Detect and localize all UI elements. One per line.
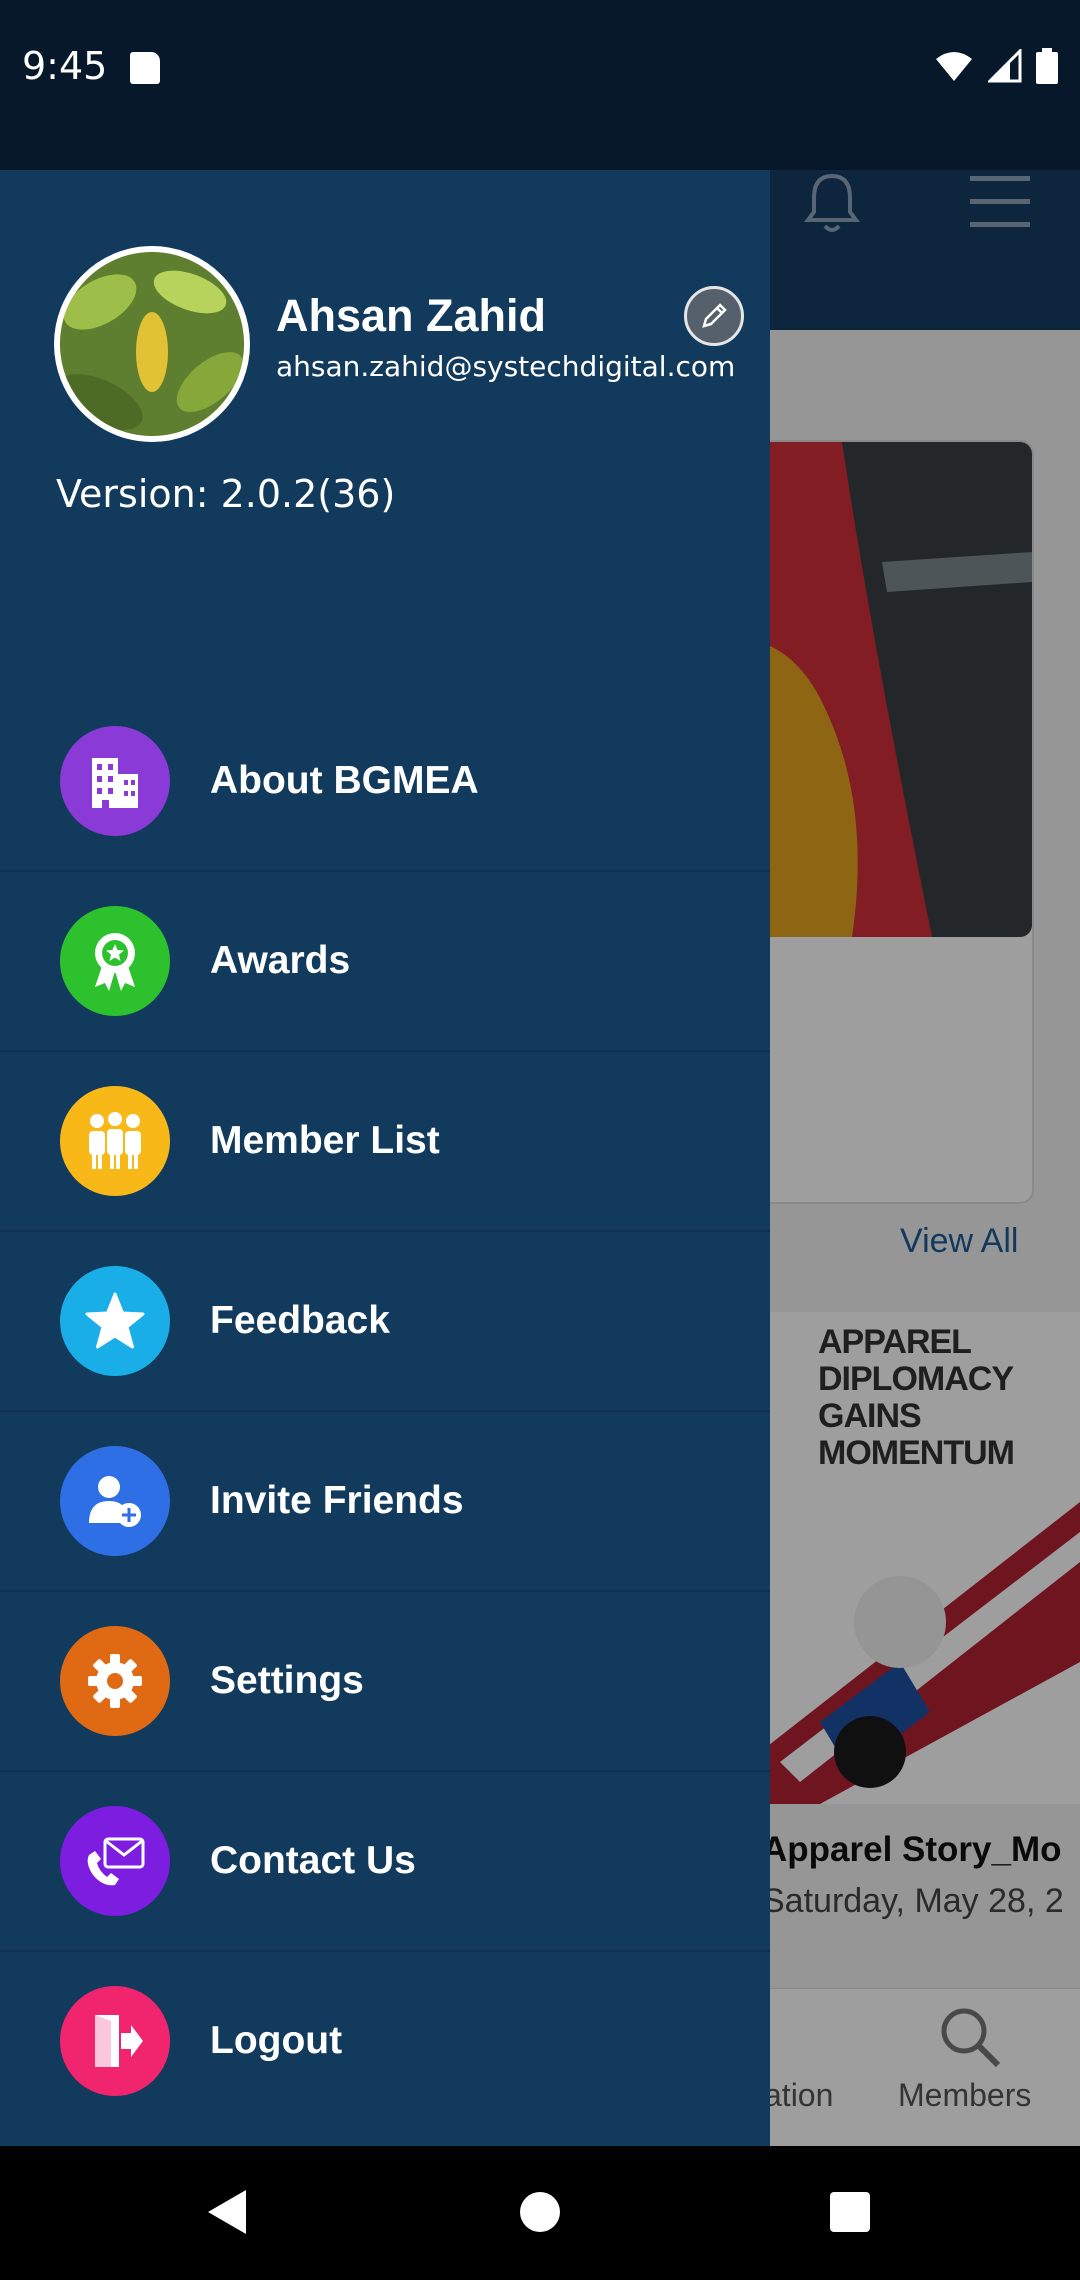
menu-item-invite-friends[interactable]: Invite Friends [0, 1412, 770, 1592]
menu-label: Settings [210, 1659, 364, 1702]
logout-icon [60, 1986, 170, 2096]
menu-label: Logout [210, 2019, 343, 2062]
menu-label: Contact Us [210, 1839, 416, 1882]
drawer-menu: About BGMEA Awards Member List Feedback … [0, 692, 770, 2130]
wifi-icon [936, 52, 972, 81]
award-badge-icon [60, 906, 170, 1016]
building-icon [60, 726, 170, 836]
avatar[interactable] [54, 246, 250, 442]
menu-item-feedback[interactable]: Feedback [0, 1232, 770, 1412]
star-icon [60, 1266, 170, 1376]
menu-label: Invite Friends [210, 1479, 464, 1522]
home-icon[interactable] [520, 2192, 560, 2232]
menu-item-about-bgmea[interactable]: About BGMEA [0, 692, 770, 872]
menu-item-logout[interactable]: Logout [0, 1952, 770, 2130]
status-bar: 9:45 [0, 0, 1080, 170]
menu-label: Awards [210, 939, 351, 982]
menu-label: Feedback [210, 1299, 390, 1342]
app-version: Version: 2.0.2(36) [56, 472, 396, 516]
menu-item-awards[interactable]: Awards [0, 872, 770, 1052]
phone-mail-icon [60, 1806, 170, 1916]
user-name: Ahsan Zahid [276, 290, 547, 341]
status-time: 9:45 [22, 44, 108, 88]
gear-icon [60, 1626, 170, 1736]
battery-icon [1036, 48, 1058, 84]
menu-label: About BGMEA [210, 759, 479, 802]
navigation-drawer: Ahsan Zahid ahsan.zahid@systechdigital.c… [0, 170, 770, 2146]
add-user-icon [60, 1446, 170, 1556]
edit-profile-button[interactable] [684, 286, 744, 346]
group-icon [60, 1086, 170, 1196]
menu-label: Member List [210, 1119, 440, 1162]
menu-item-contact-us[interactable]: Contact Us [0, 1772, 770, 1952]
recent-apps-icon[interactable] [830, 2192, 870, 2232]
system-navigation-bar [0, 2146, 1080, 2280]
sd-card-icon [130, 52, 160, 84]
pencil-icon [702, 303, 727, 328]
menu-item-member-list[interactable]: Member List [0, 1052, 770, 1232]
signal-icon [988, 49, 1022, 83]
back-icon[interactable] [206, 2188, 248, 2236]
user-email: ahsan.zahid@systechdigital.com [276, 350, 736, 383]
menu-item-settings[interactable]: Settings [0, 1592, 770, 1772]
